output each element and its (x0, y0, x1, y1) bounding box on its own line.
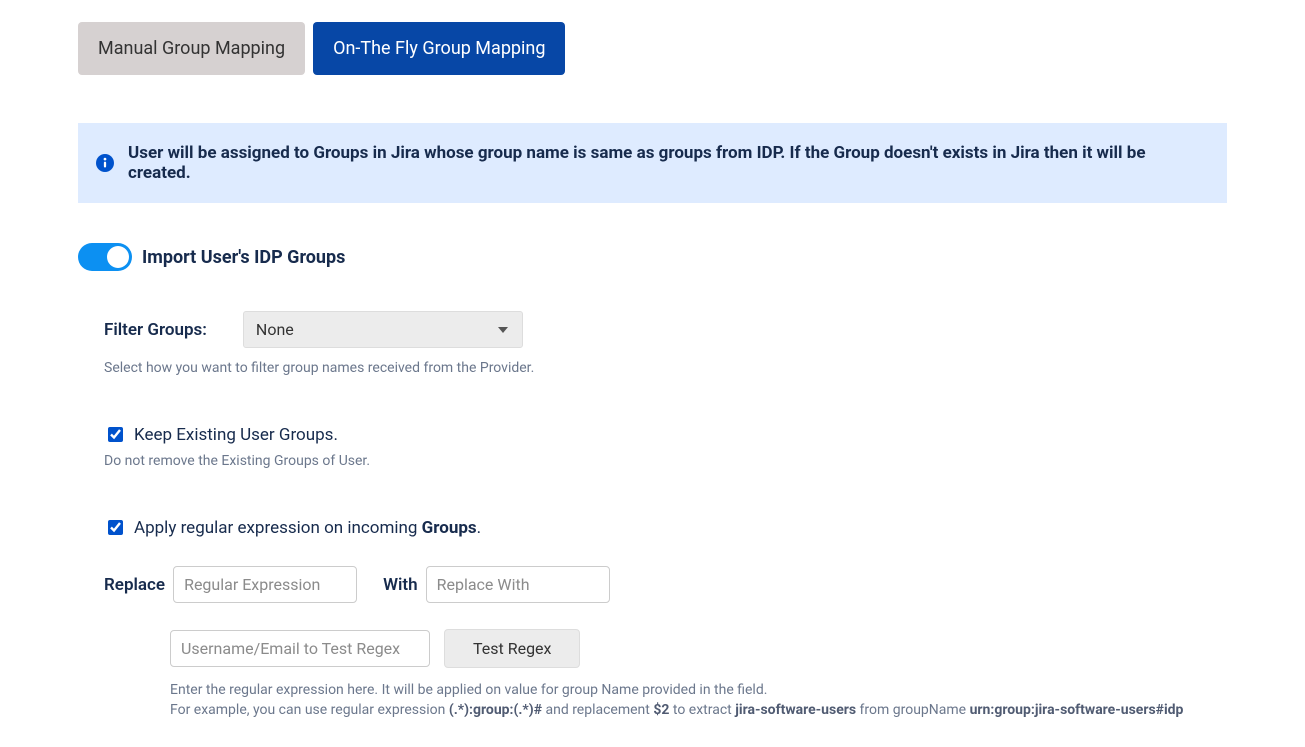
filter-groups-label: Filter Groups: (104, 320, 207, 340)
info-icon (96, 154, 114, 172)
regex-test-input[interactable] (170, 630, 430, 667)
info-banner-text: User will be assigned to Groups in Jira … (128, 143, 1209, 183)
apply-regex-checkbox[interactable] (108, 520, 123, 535)
test-regex-button[interactable]: Test Regex (444, 629, 580, 668)
import-idp-groups-label: Import User's IDP Groups (142, 247, 345, 268)
regex-replacement-input[interactable] (426, 566, 610, 603)
apply-regex-label: Apply regular expression on incoming Gro… (134, 518, 481, 538)
regex-help-text: Enter the regular expression here. It wi… (104, 682, 1227, 718)
keep-existing-groups-label: Keep Existing User Groups. (134, 425, 338, 445)
replace-label: Replace (104, 575, 165, 595)
import-idp-groups-toggle[interactable] (78, 243, 132, 271)
filter-groups-helper: Select how you want to filter group name… (104, 360, 1227, 376)
keep-existing-groups-checkbox[interactable] (108, 427, 123, 442)
info-banner: User will be assigned to Groups in Jira … (78, 123, 1227, 203)
keep-existing-groups-helper: Do not remove the Existing Groups of Use… (104, 453, 1227, 469)
tab-bar: Manual Group Mapping On-The Fly Group Ma… (78, 22, 1227, 75)
tab-manual-group-mapping[interactable]: Manual Group Mapping (78, 22, 305, 75)
tab-on-the-fly-group-mapping[interactable]: On-The Fly Group Mapping (313, 22, 565, 75)
with-label: With (383, 575, 418, 595)
toggle-knob (107, 246, 129, 268)
filter-groups-select[interactable]: None (243, 311, 523, 348)
regex-pattern-input[interactable] (173, 566, 357, 603)
